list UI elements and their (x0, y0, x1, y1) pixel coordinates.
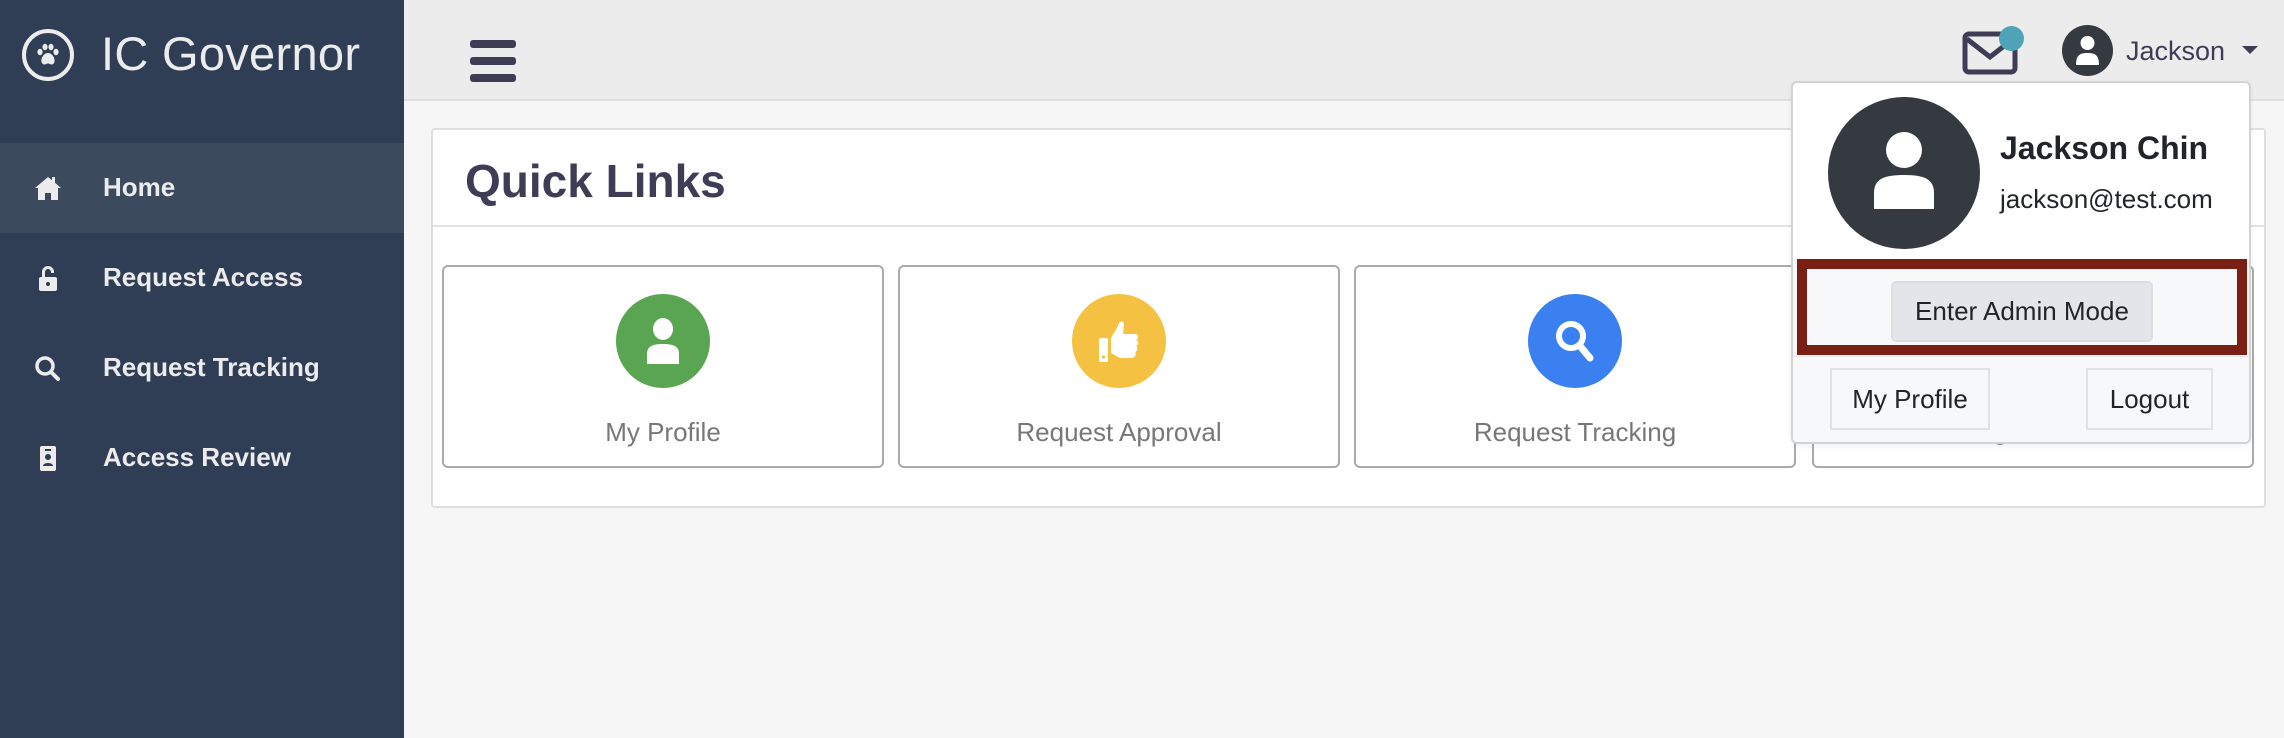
quick-link-request-approval[interactable]: Request Approval (898, 265, 1340, 468)
id-badge-icon (33, 444, 63, 472)
sidebar-item-label: Request Access (103, 262, 303, 292)
search-icon (1528, 294, 1622, 388)
notification-dot (1999, 26, 2024, 51)
search-icon (33, 354, 63, 382)
user-email: jackson@test.com (2000, 184, 2213, 214)
app-title: IC Governor (101, 27, 361, 80)
my-profile-button[interactable]: My Profile (1830, 368, 1990, 430)
sidebar-item-label: Access Review (103, 442, 291, 472)
user-icon (1874, 132, 1934, 209)
thumbs-up-icon (1072, 294, 1166, 388)
sidebar-item-home[interactable]: Home (0, 143, 404, 233)
avatar (2062, 25, 2113, 76)
enter-admin-mode-button[interactable]: Enter Admin Mode (1891, 281, 2153, 342)
logout-button[interactable]: Logout (2086, 368, 2213, 430)
user-name: Jackson (2126, 36, 2226, 66)
brand[interactable]: IC Governor (0, 0, 404, 110)
avatar (1828, 97, 1980, 249)
sidebar-item-access-review[interactable]: Access Review (0, 413, 404, 503)
user-icon (2076, 36, 2099, 65)
paw-icon (22, 29, 74, 81)
card-label: Request Approval (1016, 417, 1222, 447)
quick-link-request-tracking[interactable]: Request Tracking (1354, 265, 1796, 468)
user-full-name: Jackson Chin (2000, 130, 2209, 166)
sidebar-item-request-tracking[interactable]: Request Tracking (0, 323, 404, 413)
sidebar-item-label: Home (103, 172, 176, 202)
user-dropdown-menu: Jackson Chin jackson@test.com Enter Admi… (1791, 81, 2251, 444)
admin-mode-row: Enter Admin Mode (1793, 259, 2249, 357)
sidebar-item-label: Request Tracking (103, 352, 320, 382)
user-icon (616, 294, 710, 388)
sidebar-nav: Home Request Access Request Tracking Acc… (0, 143, 404, 503)
sidebar-item-request-access[interactable]: Request Access (0, 233, 404, 323)
card-label: My Profile (605, 417, 721, 447)
quick-link-my-profile[interactable]: My Profile (442, 265, 884, 468)
hamburger-icon[interactable] (470, 40, 517, 84)
sidebar: IC Governor Home Request Access Request … (0, 0, 404, 738)
card-label: Request Tracking (1473, 417, 1677, 447)
dropdown-footer: My Profile Logout (1793, 357, 2249, 442)
unlock-icon (33, 264, 63, 292)
panel-title: Quick Links (465, 155, 726, 207)
caret-down-icon (2242, 46, 2258, 54)
home-icon (33, 174, 63, 202)
